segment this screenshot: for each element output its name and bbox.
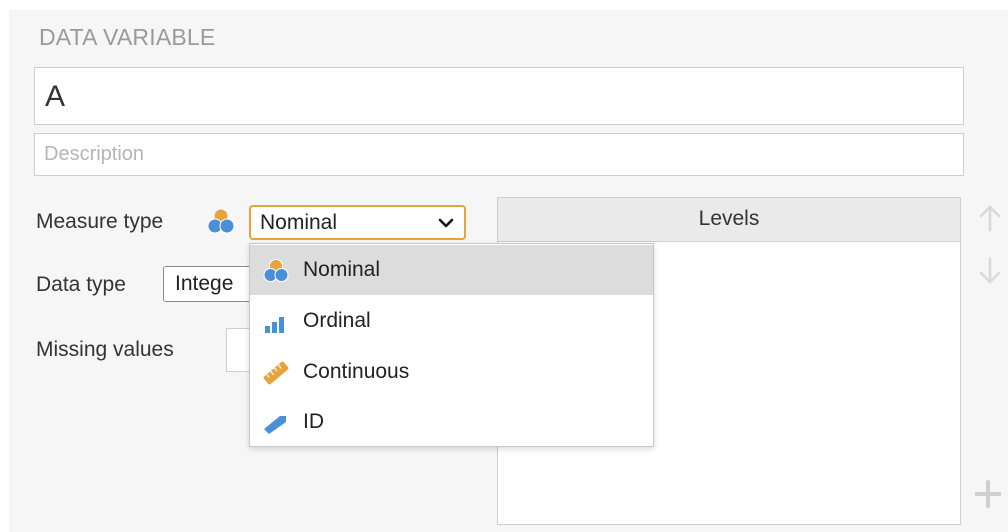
nominal-icon [263, 259, 289, 282]
measure-type-selected-value: Nominal [260, 211, 338, 234]
continuous-icon [263, 361, 289, 385]
dropdown-option-label: Ordinal [303, 309, 371, 332]
ordinal-icon [265, 317, 284, 333]
dropdown-option-label: Continuous [303, 360, 410, 383]
add-icon[interactable] [975, 478, 1001, 508]
dropdown-option-label: ID [303, 410, 324, 433]
variable-name-value: A [45, 80, 66, 113]
dropdown-option-id[interactable]: ID [250, 397, 653, 447]
levels-header: Levels [498, 198, 960, 242]
missing-values-label: Missing values [36, 338, 174, 361]
description-input[interactable]: Description [34, 133, 964, 176]
description-placeholder: Description [44, 143, 145, 165]
move-up-icon[interactable] [977, 203, 1003, 233]
measure-type-label: Measure type [36, 210, 164, 233]
section-title: DATA VARIABLE [39, 24, 216, 50]
dropdown-option-label: Nominal [303, 258, 381, 281]
dropdown-option-ordinal[interactable]: Ordinal [250, 296, 653, 346]
id-icon [264, 416, 286, 434]
data-type-select[interactable]: Intege [163, 266, 263, 302]
move-down-icon[interactable] [977, 256, 1003, 286]
measure-type-select[interactable]: Nominal [249, 205, 466, 240]
nominal-icon [207, 208, 235, 234]
variable-name-input[interactable]: A [34, 67, 964, 125]
data-type-label: Data type [36, 273, 126, 296]
dropdown-option-continuous[interactable]: Continuous [250, 347, 653, 397]
measure-type-dropdown: Nominal Ordinal Continuous ID [249, 243, 654, 447]
dropdown-option-nominal[interactable]: Nominal [250, 245, 653, 295]
chevron-down-icon [438, 218, 454, 228]
data-type-selected-value: Intege [175, 272, 234, 295]
